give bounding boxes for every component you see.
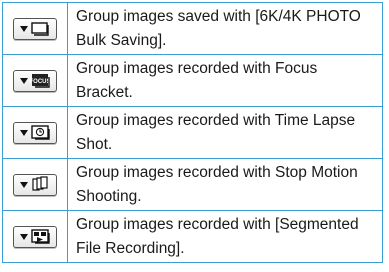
description-text: Group images recorded with Time Lapse Sh… bbox=[67, 106, 383, 159]
description-text: Group images recorded with [Segmented Fi… bbox=[67, 210, 383, 263]
group-time-lapse-icon bbox=[13, 121, 57, 144]
icon-cell bbox=[2, 2, 68, 55]
group-icon-table: Group images saved with [6K/4K PHOTO Bul… bbox=[2, 2, 383, 263]
table-row: Group images recorded with Time Lapse Sh… bbox=[2, 106, 383, 159]
description-text: Group images recorded with Stop Motion S… bbox=[67, 158, 383, 211]
description-text: Group images recorded with Focus Bracket… bbox=[67, 54, 383, 107]
icon-cell bbox=[2, 210, 68, 263]
focus-label: FOCUS bbox=[30, 79, 51, 85]
group-stop-motion-icon bbox=[13, 173, 57, 196]
icon-cell: FOCUS bbox=[2, 54, 68, 107]
description-text: Group images saved with [6K/4K PHOTO Bul… bbox=[67, 2, 383, 55]
group-segmented-file-icon bbox=[13, 225, 57, 248]
group-6k4k-photo-icon bbox=[13, 17, 57, 40]
table-row: Group images recorded with [Segmented Fi… bbox=[2, 210, 383, 263]
group-focus-bracket-icon: FOCUS bbox=[13, 69, 57, 92]
icon-cell bbox=[2, 106, 68, 159]
icon-cell bbox=[2, 158, 68, 211]
table-row: Group images recorded with Stop Motion S… bbox=[2, 158, 383, 211]
table-row: Group images saved with [6K/4K PHOTO Bul… bbox=[2, 2, 383, 55]
table-row: FOCUS Group images recorded with Focus B… bbox=[2, 54, 383, 107]
